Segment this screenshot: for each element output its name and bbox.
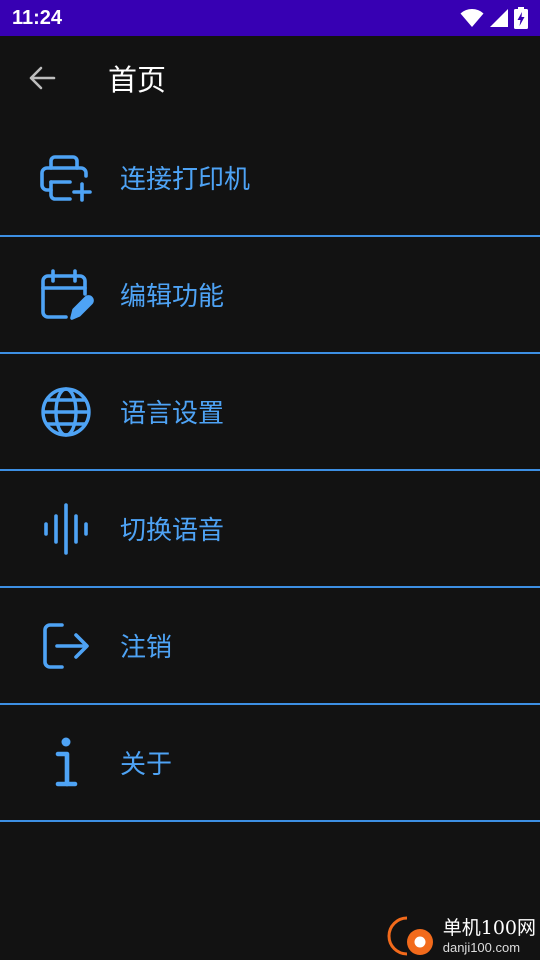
menu-item-label: 编辑功能 bbox=[120, 282, 225, 312]
calendar-edit-icon bbox=[36, 265, 96, 325]
arrow-left-icon bbox=[29, 66, 56, 90]
menu-item-label: 语言设置 bbox=[120, 399, 225, 429]
watermark-text: 单机100网 danji100.com bbox=[442, 916, 536, 955]
menu-item-label: 注销 bbox=[120, 633, 173, 663]
info-icon bbox=[36, 733, 96, 793]
globe-icon bbox=[36, 382, 96, 442]
menu-item-label: 切换语音 bbox=[120, 516, 225, 546]
logout-icon bbox=[36, 616, 96, 676]
watermark-url: danji100.com bbox=[442, 939, 521, 955]
watermark-logo-icon bbox=[387, 916, 433, 956]
menu-item-switch-voice[interactable]: 切换语音 bbox=[0, 471, 540, 588]
menu-item-label: 连接打印机 bbox=[120, 165, 251, 195]
menu-item-label: 关于 bbox=[120, 750, 173, 780]
back-button[interactable] bbox=[12, 48, 72, 108]
status-icons bbox=[460, 7, 528, 29]
audio-wave-icon bbox=[36, 499, 96, 559]
app-bar: 首页 bbox=[0, 36, 540, 120]
page-title: 首页 bbox=[108, 63, 167, 97]
menu-item-connect-printer[interactable]: 连接打印机 bbox=[0, 120, 540, 237]
wifi-icon bbox=[460, 9, 484, 27]
signal-icon bbox=[490, 9, 508, 27]
menu-item-language-settings[interactable]: 语言设置 bbox=[0, 354, 540, 471]
watermark: 单机100网 danji100.com bbox=[383, 914, 536, 958]
menu-item-logout[interactable]: 注销 bbox=[0, 588, 540, 705]
status-bar: 11:24 bbox=[0, 0, 540, 36]
printer-add-icon bbox=[36, 148, 96, 208]
menu-list: 连接打印机 编辑功能 语言设置 切换语音 注销 关于 bbox=[0, 120, 540, 822]
status-time: 11:24 bbox=[12, 6, 63, 29]
menu-item-edit-function[interactable]: 编辑功能 bbox=[0, 237, 540, 354]
menu-item-about[interactable]: 关于 bbox=[0, 705, 540, 822]
battery-charging-icon bbox=[514, 7, 528, 29]
watermark-title: 单机100网 bbox=[442, 916, 536, 939]
